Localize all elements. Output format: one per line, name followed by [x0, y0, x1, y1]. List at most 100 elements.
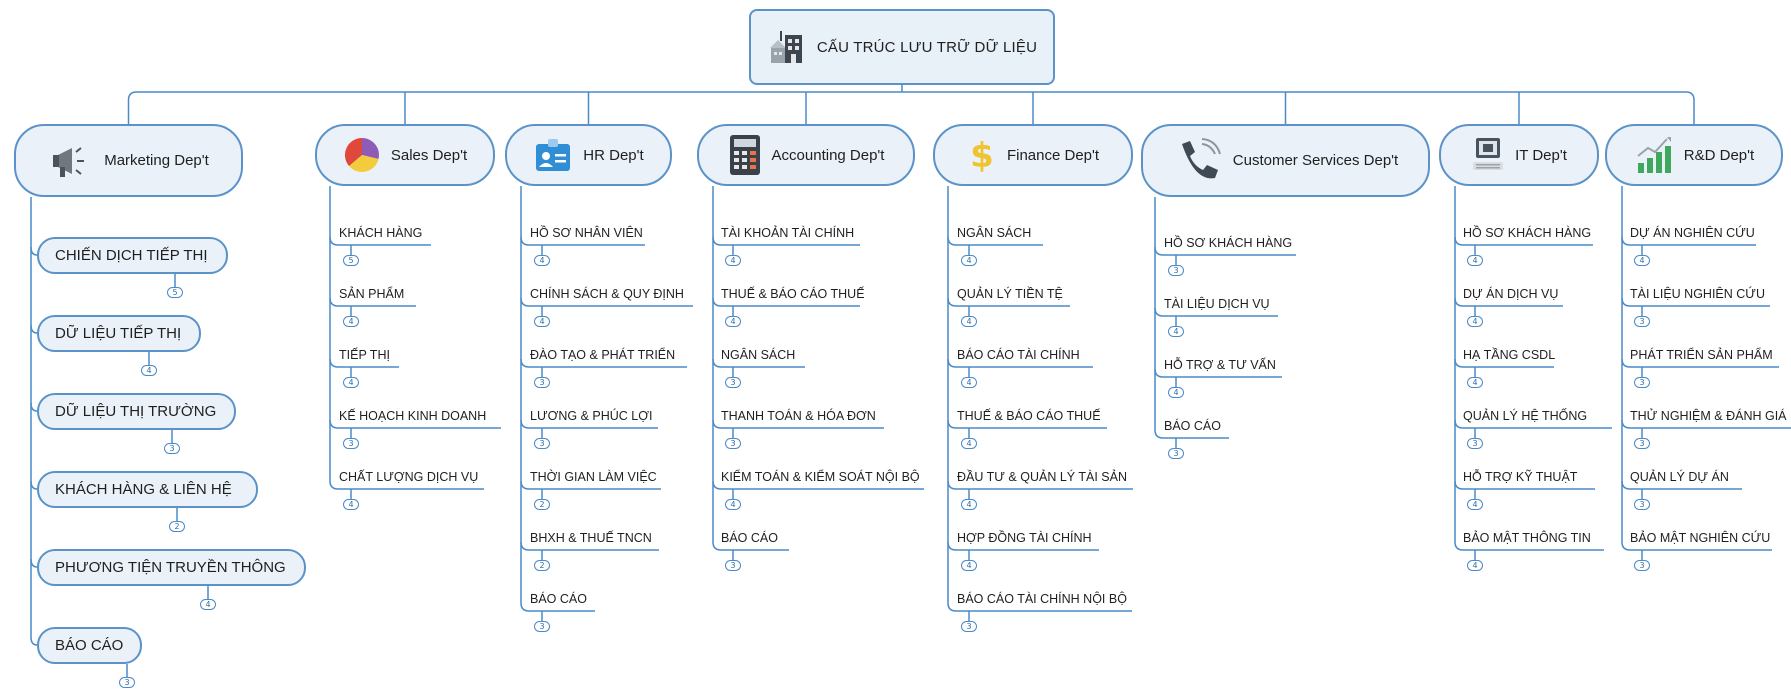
collapse-count-badge[interactable]: 3 [725, 377, 741, 388]
topic-item[interactable]: TÀI LIỆU DỊCH VỤ [1164, 297, 1270, 312]
collapse-count-badge[interactable]: 3 [961, 621, 977, 632]
collapse-count-badge[interactable]: 4 [961, 499, 977, 510]
collapse-count-badge[interactable]: 3 [534, 438, 550, 449]
collapse-count-badge[interactable]: 5 [343, 255, 359, 266]
topic-item[interactable]: HẠ TẦNG CSDL [1463, 348, 1555, 363]
dept-node-2[interactable]: Sales Dep't [315, 124, 495, 186]
collapse-count-badge[interactable]: 4 [534, 316, 550, 327]
collapse-count-badge[interactable]: 4 [343, 499, 359, 510]
collapse-count-badge[interactable]: 4 [343, 377, 359, 388]
topic-item[interactable]: NGÂN SÁCH [957, 226, 1031, 241]
topic-item[interactable]: THUẾ & BÁO CÁO THUẾ [721, 287, 865, 302]
topic-item[interactable]: TÀI KHOẢN TÀI CHÍNH [721, 226, 854, 241]
topic-item[interactable]: HỢP ĐỒNG TÀI CHÍNH [957, 531, 1092, 546]
topic-item[interactable]: BẢO MẬT NGHIÊN CỨU [1630, 531, 1770, 546]
dept-node-1[interactable]: Marketing Dep't [14, 124, 243, 197]
collapse-count-badge[interactable]: 3 [1168, 265, 1184, 276]
topic-item[interactable]: QUẢN LÝ DỰ ÁN [1630, 470, 1729, 485]
topic-item[interactable]: BÁO CÁO [530, 592, 587, 607]
collapse-count-badge[interactable]: 4 [1168, 387, 1184, 398]
collapse-count-badge[interactable]: 4 [1467, 560, 1483, 571]
root-node[interactable]: CẤU TRÚC LƯU TRỮ DỮ LIỆU [749, 9, 1055, 85]
topic-item[interactable]: BÁO CÁO TÀI CHÍNH [957, 348, 1080, 363]
collapse-count-badge[interactable]: 4 [961, 255, 977, 266]
topic-item[interactable]: HỖ TRỢ KỸ THUẬT [1463, 470, 1577, 485]
collapse-count-badge[interactable]: 2 [534, 560, 550, 571]
topic-item[interactable]: HỒ SƠ KHÁCH HÀNG [1164, 236, 1292, 251]
collapse-count-badge[interactable]: 4 [534, 255, 550, 266]
topic-item[interactable]: ĐẦU TƯ & QUẢN LÝ TÀI SẢN [957, 470, 1127, 485]
collapse-count-badge[interactable]: 4 [961, 316, 977, 327]
collapse-count-badge[interactable]: 4 [961, 438, 977, 449]
topic-item[interactable]: BẢO MẬT THÔNG TIN [1463, 531, 1591, 546]
collapse-count-badge[interactable]: 2 [534, 499, 550, 510]
collapse-count-badge[interactable]: 3 [725, 560, 741, 571]
collapse-count-badge[interactable]: 3 [1168, 448, 1184, 459]
collapse-count-badge[interactable]: 4 [1467, 255, 1483, 266]
topic-item[interactable]: KIỂM TOÁN & KIỂM SOÁT NỘI BỘ [721, 470, 920, 485]
topic-item[interactable]: THANH TOÁN & HÓA ĐƠN [721, 409, 876, 424]
collapse-count-badge[interactable]: 4 [343, 316, 359, 327]
topic-item[interactable]: QUẢN LÝ TIỀN TỆ [957, 287, 1063, 302]
collapse-count-badge[interactable]: 4 [725, 255, 741, 266]
dept-node-4[interactable]: Accounting Dep't [697, 124, 915, 186]
collapse-count-badge[interactable]: 4 [1467, 377, 1483, 388]
dept-node-8[interactable]: R&D Dep't [1605, 124, 1783, 186]
collapse-count-badge[interactable]: 3 [1634, 316, 1650, 327]
collapse-count-badge[interactable]: 4 [725, 499, 741, 510]
collapse-count-badge[interactable]: 3 [534, 621, 550, 632]
topic-item[interactable]: HỒ SƠ NHÂN VIÊN [530, 226, 643, 241]
topic-item[interactable]: BÁO CÁO TÀI CHÍNH NỘI BỘ [957, 592, 1127, 607]
collapse-count-badge[interactable]: 4 [200, 599, 216, 610]
topic-item[interactable]: DỰ ÁN DỊCH VỤ [1463, 287, 1558, 302]
collapse-count-badge[interactable]: 3 [164, 443, 180, 454]
collapse-count-badge[interactable]: 5 [167, 287, 183, 298]
topic-node[interactable]: KHÁCH HÀNG & LIÊN HỆ [37, 471, 258, 508]
topic-item[interactable]: THUẾ & BÁO CÁO THUẾ [957, 409, 1101, 424]
collapse-count-badge[interactable]: 2 [169, 521, 185, 532]
topic-node[interactable]: CHIẾN DỊCH TIẾP THỊ [37, 237, 228, 274]
dept-node-7[interactable]: IT Dep't [1439, 124, 1599, 186]
topic-node[interactable]: PHƯƠNG TIỆN TRUYỀN THÔNG [37, 549, 306, 586]
collapse-count-badge[interactable]: 3 [1634, 438, 1650, 449]
collapse-count-badge[interactable]: 3 [119, 677, 135, 688]
dept-node-3[interactable]: HR Dep't [505, 124, 672, 186]
collapse-count-badge[interactable]: 4 [725, 316, 741, 327]
topic-item[interactable]: HỒ SƠ KHÁCH HÀNG [1463, 226, 1591, 241]
topic-node[interactable]: DỮ LIỆU TIẾP THỊ [37, 315, 201, 352]
collapse-count-badge[interactable]: 4 [141, 365, 157, 376]
dept-node-5[interactable]: $ Finance Dep't [933, 124, 1133, 186]
collapse-count-badge[interactable]: 3 [534, 377, 550, 388]
collapse-count-badge[interactable]: 3 [1634, 560, 1650, 571]
topic-item[interactable]: BÁO CÁO [721, 531, 778, 546]
collapse-count-badge[interactable]: 3 [1634, 499, 1650, 510]
topic-item[interactable]: SẢN PHẨM [339, 287, 404, 302]
topic-item[interactable]: TÀI LIỆU NGHIÊN CỨU [1630, 287, 1765, 302]
collapse-count-badge[interactable]: 4 [1467, 499, 1483, 510]
topic-item[interactable]: LƯƠNG & PHÚC LỢI [530, 409, 652, 424]
topic-item[interactable]: TIẾP THỊ [339, 348, 390, 363]
topic-item[interactable]: BÁO CÁO [1164, 419, 1221, 434]
topic-item[interactable]: DỰ ÁN NGHIÊN CỨU [1630, 226, 1755, 241]
collapse-count-badge[interactable]: 4 [1634, 255, 1650, 266]
topic-node[interactable]: BÁO CÁO [37, 627, 142, 664]
topic-item[interactable]: QUẢN LÝ HỆ THỐNG [1463, 409, 1587, 424]
topic-item[interactable]: PHÁT TRIỂN SẢN PHẨM [1630, 348, 1773, 363]
collapse-count-badge[interactable]: 4 [1467, 316, 1483, 327]
topic-item[interactable]: KHÁCH HÀNG [339, 226, 422, 241]
topic-item[interactable]: HỖ TRỢ & TƯ VẤN [1164, 358, 1276, 373]
topic-item[interactable]: CHÍNH SÁCH & QUY ĐỊNH [530, 287, 684, 302]
dept-node-6[interactable]: Customer Services Dep't [1141, 124, 1430, 197]
collapse-count-badge[interactable]: 4 [961, 377, 977, 388]
topic-item[interactable]: ĐÀO TẠO & PHÁT TRIỂN [530, 348, 675, 363]
topic-item[interactable]: BHXH & THUẾ TNCN [530, 531, 652, 546]
collapse-count-badge[interactable]: 3 [343, 438, 359, 449]
topic-item[interactable]: THỬ NGHIỆM & ĐÁNH GIÁ [1630, 409, 1787, 424]
topic-node[interactable]: DỮ LIỆU THỊ TRƯỜNG [37, 393, 236, 430]
collapse-count-badge[interactable]: 3 [1634, 377, 1650, 388]
topic-item[interactable]: CHẤT LƯỢNG DỊCH VỤ [339, 470, 478, 485]
collapse-count-badge[interactable]: 3 [1467, 438, 1483, 449]
topic-item[interactable]: KẾ HOẠCH KINH DOANH [339, 409, 486, 424]
collapse-count-badge[interactable]: 3 [725, 438, 741, 449]
collapse-count-badge[interactable]: 4 [1168, 326, 1184, 337]
